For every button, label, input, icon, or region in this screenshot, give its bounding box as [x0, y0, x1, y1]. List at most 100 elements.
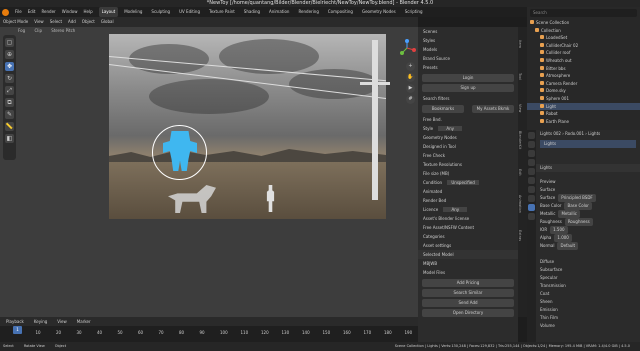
- section-subsurface[interactable]: Subsurface: [536, 266, 640, 274]
- outliner-item[interactable]: Bitter bbs: [527, 65, 640, 73]
- object-props-icon[interactable]: [528, 177, 535, 184]
- outliner-item[interactable]: Collection: [527, 27, 640, 35]
- filter-licence[interactable]: Licence Any: [418, 205, 518, 214]
- search-filters-header[interactable]: Search filters: [418, 94, 518, 103]
- menu-object[interactable]: Object: [82, 17, 95, 27]
- menu-timeline-view[interactable]: View: [57, 317, 67, 326]
- outliner-item[interactable]: Atmosphere: [527, 72, 640, 80]
- filter-free[interactable]: Free Bnd.: [418, 115, 518, 124]
- alpha-row[interactable]: Alpha 1.000: [536, 234, 640, 242]
- texture-props-icon[interactable]: [528, 213, 535, 220]
- menu-select[interactable]: Select: [50, 17, 62, 27]
- outliner-item[interactable]: LoadedSet: [527, 34, 640, 42]
- roughness-row[interactable]: Roughness Roughness: [536, 218, 640, 226]
- base-color-row[interactable]: Base Color Base Color: [536, 202, 640, 210]
- asset-type-models[interactable]: Models: [418, 45, 518, 54]
- asset-type-brand[interactable]: Brand Source: [418, 54, 518, 63]
- tab-rendering[interactable]: Rendering: [295, 7, 321, 17]
- section-preview[interactable]: Preview: [536, 178, 640, 186]
- tab-shading[interactable]: Shading: [241, 7, 263, 17]
- menu-edit[interactable]: Edit: [28, 7, 36, 17]
- fog-toggle[interactable]: Fog: [18, 28, 25, 33]
- menu-render[interactable]: Render: [41, 7, 55, 17]
- normal-row[interactable]: Normal Default: [536, 242, 640, 250]
- tab-sculpting[interactable]: Sculpting: [148, 7, 173, 17]
- open-directory-button[interactable]: Open Directory: [422, 309, 514, 317]
- section-thin-film[interactable]: Thin Film: [536, 314, 640, 322]
- ior-row[interactable]: IOR 1.500: [536, 226, 640, 234]
- current-frame[interactable]: 1: [13, 326, 22, 334]
- timeline[interactable]: 0102030405060708090100110120130140150160…: [0, 326, 418, 342]
- outliner-item[interactable]: Dome.sky: [527, 87, 640, 95]
- grid-icon[interactable]: #: [406, 95, 415, 104]
- section-diffuse[interactable]: Diffuse: [536, 258, 640, 266]
- outliner-item[interactable]: Wheatch out: [527, 57, 640, 65]
- tab-animation[interactable]: Animation: [266, 7, 292, 17]
- add-pricing-button[interactable]: Add Pricing: [422, 279, 514, 287]
- modifier-props-icon[interactable]: [528, 186, 535, 193]
- menu-help[interactable]: Help: [83, 7, 92, 17]
- sidebar-tab-blenderkit[interactable]: BlenderKit: [518, 125, 522, 155]
- section-emission[interactable]: Emission: [536, 306, 640, 314]
- outliner-item[interactable]: Sphere 001: [527, 95, 640, 103]
- physics-props-icon[interactable]: [528, 195, 535, 202]
- cursor-icon[interactable]: ⊕: [5, 50, 14, 59]
- tab-bookmarks[interactable]: Bookmarks: [422, 105, 464, 113]
- section-volume[interactable]: Volume: [536, 322, 640, 330]
- section-sheen[interactable]: Sheen: [536, 298, 640, 306]
- render-props-icon[interactable]: [528, 141, 535, 148]
- stereo-toggle[interactable]: Stereo Pitch: [51, 28, 75, 33]
- asset-type-scenes[interactable]: Scenes: [418, 27, 518, 36]
- selected-model-header[interactable]: Selected Model: [418, 250, 518, 259]
- filter-texture-res[interactable]: Texture Resolutions: [418, 160, 518, 169]
- annotate-icon[interactable]: ✎: [5, 110, 14, 119]
- sidebar-tab-edit[interactable]: Edit: [518, 157, 522, 187]
- section-specular[interactable]: Specular: [536, 274, 640, 282]
- outliner-item-selected[interactable]: Light: [527, 102, 640, 111]
- sidebar-tab-item[interactable]: Item: [518, 29, 522, 59]
- outliner-item[interactable]: Scene Collection: [527, 19, 640, 27]
- scale-icon[interactable]: ⤢: [5, 86, 14, 95]
- menu-keying[interactable]: Keying: [34, 317, 47, 326]
- menu-add[interactable]: Add: [68, 17, 76, 27]
- filter-render-bed[interactable]: Render Bed: [418, 196, 518, 205]
- metallic-row[interactable]: Metallic Metallic: [536, 210, 640, 218]
- filter-animated[interactable]: Animated: [418, 187, 518, 196]
- blender-logo-icon[interactable]: [2, 8, 9, 16]
- outliner-item[interactable]: Collider roof: [527, 49, 640, 57]
- outliner-item[interactable]: Camera Render: [527, 80, 640, 88]
- zoom-icon[interactable]: +: [406, 62, 415, 71]
- hand-icon[interactable]: ✋: [406, 73, 415, 82]
- section-transmission[interactable]: Transmission: [536, 282, 640, 290]
- mode-selector[interactable]: Object Mode: [3, 17, 28, 27]
- tab-geometry-nodes[interactable]: Geometry Nodes: [359, 7, 399, 17]
- filter-condition[interactable]: Condition Unspecified: [418, 178, 518, 187]
- tool-props-icon[interactable]: [528, 132, 535, 139]
- world-props-icon[interactable]: [528, 168, 535, 175]
- filter-geometry-nodes[interactable]: Geometry Nodes: [418, 133, 518, 142]
- search-similar-button[interactable]: Search Similar: [422, 289, 514, 297]
- camera-icon[interactable]: ▶: [406, 84, 415, 93]
- sidebar-tab-tool[interactable]: Tool: [518, 61, 522, 91]
- signup-button[interactable]: Sign up: [422, 84, 514, 92]
- section-surface[interactable]: Surface: [536, 186, 640, 194]
- tab-compositing[interactable]: Compositing: [325, 7, 356, 17]
- menu-view[interactable]: View: [34, 17, 44, 27]
- menu-playback[interactable]: Playback: [6, 317, 24, 326]
- filter-blender-license[interactable]: Asset's Blender license: [418, 214, 518, 223]
- transform-icon[interactable]: ⧉: [5, 98, 14, 107]
- surface-row[interactable]: Surface Principled BSDF: [536, 194, 640, 202]
- asset-type-presets[interactable]: Presets: [418, 63, 518, 72]
- outliner-item[interactable]: Robot: [527, 110, 640, 118]
- filter-designed-in-tool[interactable]: Designed in Tool: [418, 142, 518, 151]
- sidebar-tab-view[interactable]: View: [518, 93, 522, 123]
- menu-file[interactable]: File: [15, 7, 22, 17]
- filter-asset-settings[interactable]: Asset settings: [418, 241, 518, 250]
- login-button[interactable]: Login: [422, 74, 514, 82]
- send-add-button[interactable]: Send Add: [422, 299, 514, 307]
- clip-toggle[interactable]: Clip: [34, 28, 42, 33]
- outliner-item[interactable]: ColliderChair 02: [527, 42, 640, 50]
- material-props-icon[interactable]: [528, 204, 535, 211]
- asset-type-styles[interactable]: Styles: [418, 36, 518, 45]
- navigation-gizmo[interactable]: [398, 39, 416, 57]
